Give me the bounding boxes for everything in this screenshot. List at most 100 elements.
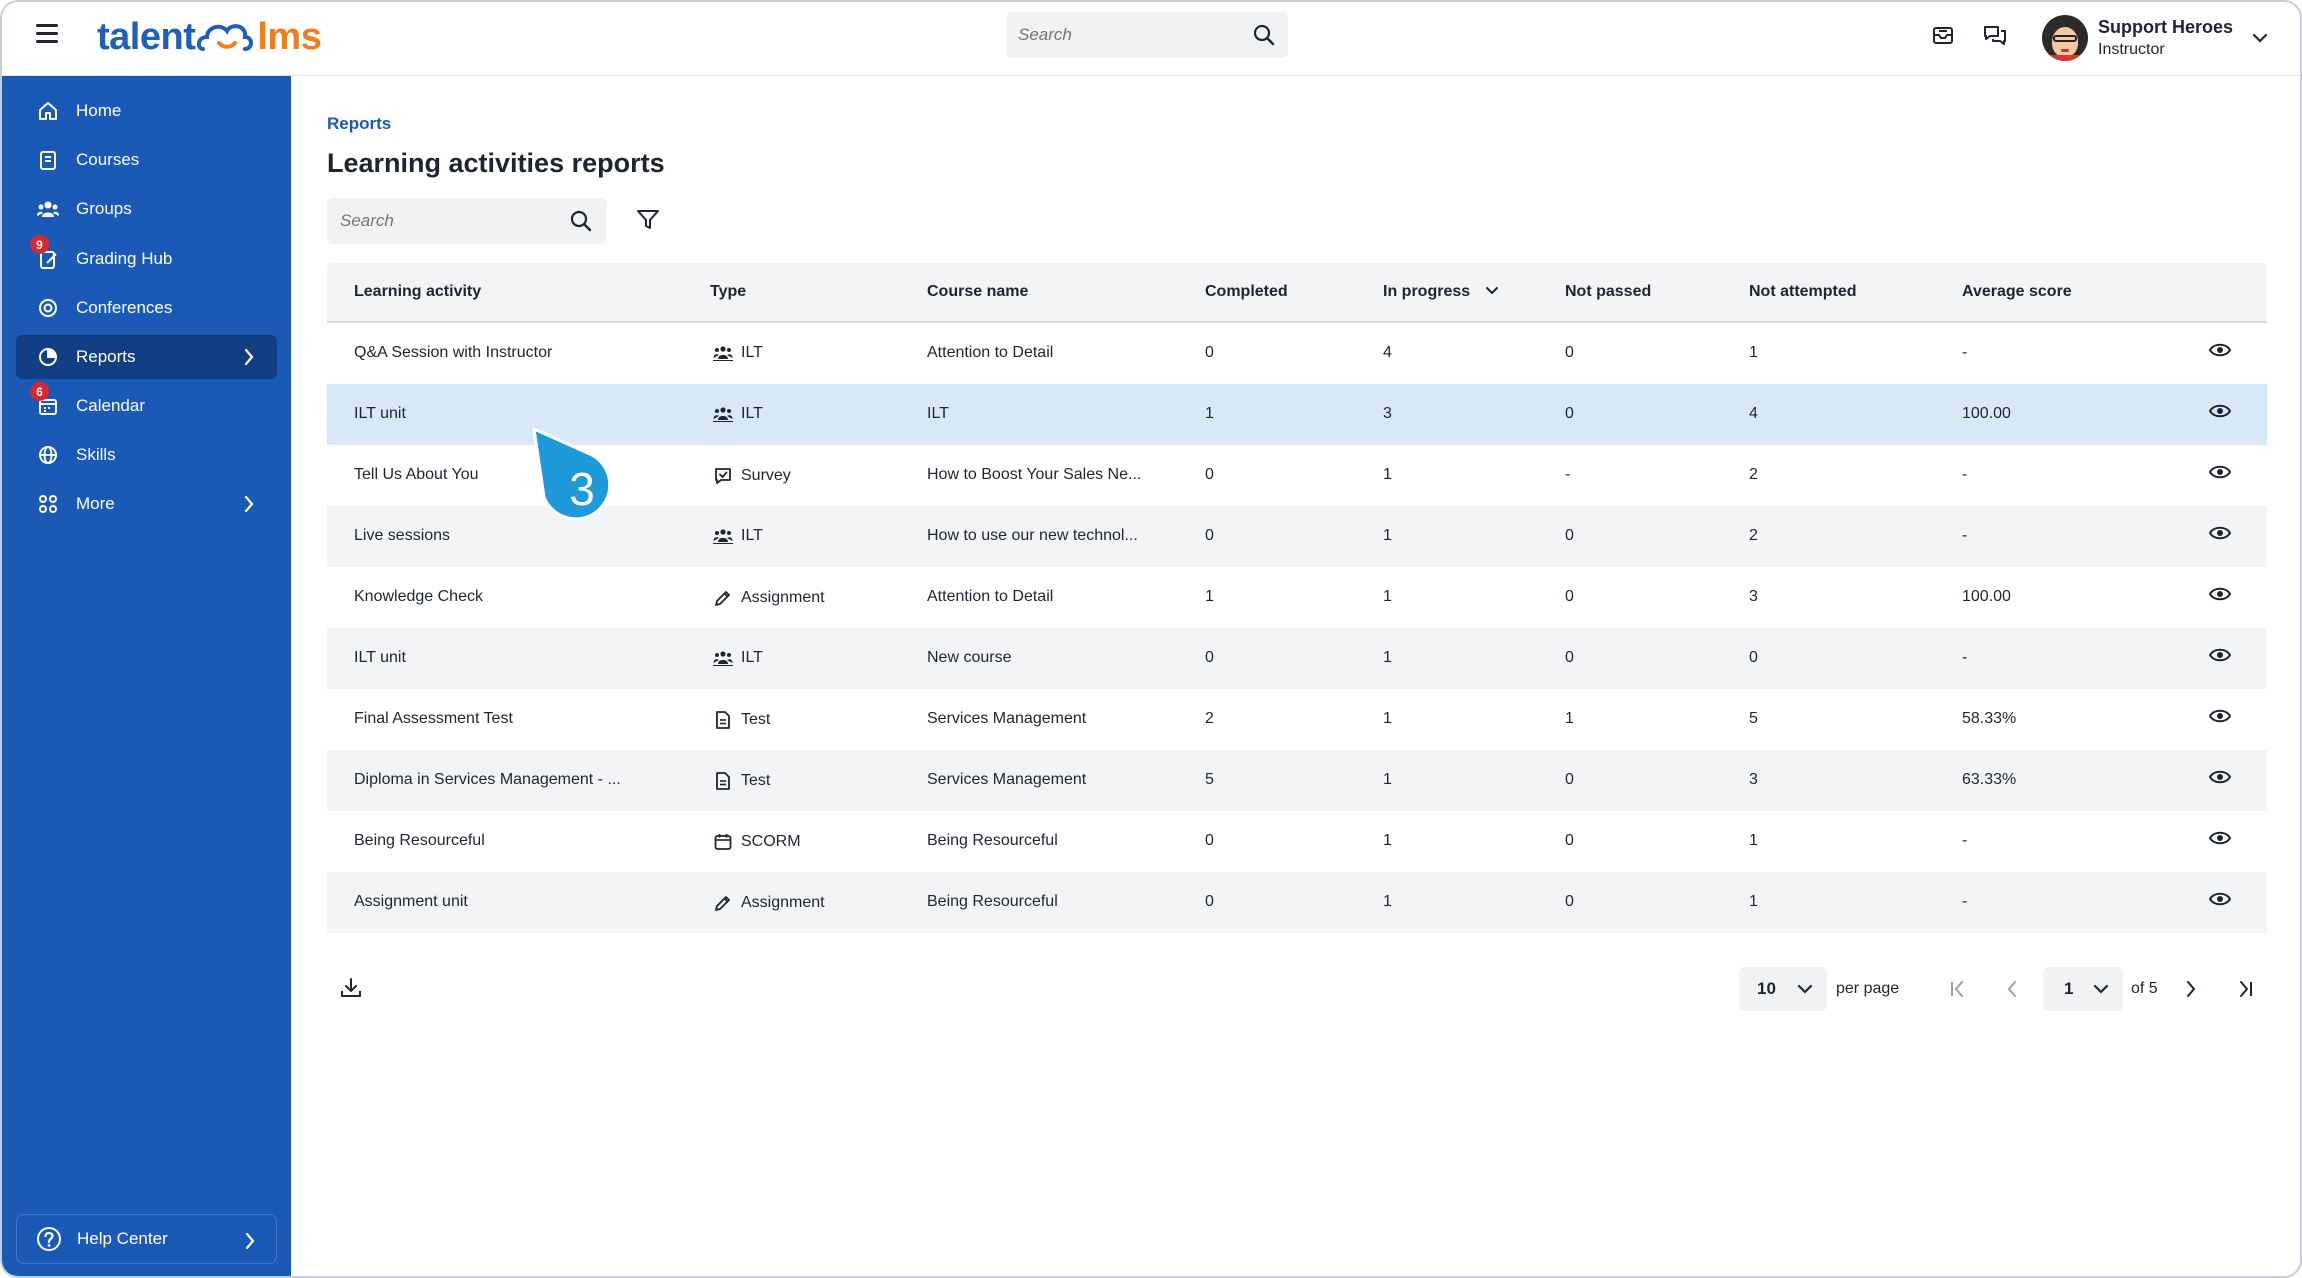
search-icon[interactable] [569,209,593,233]
breadcrumb[interactable]: Reports [327,114,391,134]
table-search[interactable] [327,198,607,244]
per-page-select[interactable]: 10 [1739,967,1827,1011]
view-eye-icon[interactable] [2208,586,2232,607]
messages-icon[interactable] [1982,22,2008,48]
activity-cell: Diploma in Services Management - ... [354,771,621,788]
courses-icon [36,148,60,172]
global-search[interactable] [1006,12,1288,58]
chevron-down-icon[interactable] [2251,32,2269,44]
sidebar-item-home[interactable]: Home [16,89,277,133]
more-icon [36,492,60,516]
inbox-icon[interactable] [1930,22,1956,48]
activity-cell: Being Resourceful [354,832,485,849]
table-row[interactable]: Being Resourceful SCORM Being Resourceful 0… [327,811,2267,872]
type-cell: ILT [713,649,763,667]
avatar [2042,15,2088,61]
not-attempted-cell: 1 [1749,893,1758,910]
previous-page-icon[interactable] [2001,978,2023,1000]
calendar-icon: 6 [30,382,60,418]
last-page-icon[interactable] [2234,978,2256,1000]
column-header-completed[interactable]: Completed [1205,283,1288,301]
table-row[interactable]: Assignment unit Assignment Being Resourcef… [327,872,2267,933]
not-passed-cell: 0 [1565,405,1574,422]
table-search-input[interactable] [340,198,560,244]
not-attempted-cell: 2 [1749,466,1758,483]
sidebar-item-courses[interactable]: Courses [16,138,277,182]
view-eye-icon[interactable] [2208,464,2232,485]
download-icon[interactable] [339,976,363,1000]
sidebar-item-grading-hub[interactable]: 9 Grading Hub [16,235,277,281]
sidebar-item-label: More [76,494,115,513]
not-passed-cell: 0 [1565,893,1574,910]
notification-badge: 6 [30,382,49,401]
course-cell: Services Management [927,710,1087,727]
table-body: Q&A Session with Instructor ILT Attention … [327,323,2267,933]
in-progress-cell: 1 [1383,832,1392,849]
type-cell: ILT [713,527,763,545]
not-attempted-cell: 3 [1749,771,1758,788]
sidebar-item-skills[interactable]: Skills [16,433,277,477]
user-menu[interactable]: Support Heroes Instructor [2042,10,2269,66]
next-page-icon[interactable] [2180,978,2202,1000]
type-cell: Test [713,710,770,730]
table-row[interactable]: Final Assessment Test Test Services Manage… [327,689,2267,750]
talentlms-logo[interactable]: talent lms [97,12,322,62]
view-eye-icon[interactable] [2208,403,2232,424]
search-icon[interactable] [1252,23,1276,47]
first-page-icon[interactable] [1947,978,1969,1000]
course-cell: Being Resourceful [927,893,1058,910]
user-role: Instructor [2098,41,2165,58]
table-row[interactable]: ILT unit ILT New course 0 1 0 0 - [327,628,2267,689]
type-cell: Assignment [713,893,825,913]
activity-cell: Knowledge Check [354,588,483,605]
table-header: Learning activity Type Course name Compl… [327,263,2267,323]
sidebar-item-conferences[interactable]: Conferences [16,286,277,330]
column-header-learning-activity[interactable]: Learning activity [354,283,481,301]
view-eye-icon[interactable] [2208,708,2232,729]
table-row[interactable]: Knowledge Check Assignment Attention to De… [327,567,2267,628]
sidebar-item-more[interactable]: More [16,482,277,526]
ilt-icon [713,528,741,544]
page-select[interactable]: 1 [2043,967,2123,1011]
sidebar-item-groups[interactable]: Groups [16,187,277,231]
view-eye-icon[interactable] [2208,830,2232,851]
column-header-course-name[interactable]: Course name [927,283,1028,301]
average-score-cell: 100.00 [1962,405,2011,422]
chevron-down-icon [2093,984,2109,994]
test-icon [713,771,741,791]
table-row[interactable]: Diploma in Services Management - ... Test… [327,750,2267,811]
global-search-input[interactable] [1018,12,1238,58]
column-header-in-progress[interactable]: In progress [1383,283,1499,301]
view-eye-icon[interactable] [2208,769,2232,790]
column-header-label: In progress [1383,283,1471,300]
filter-icon[interactable] [635,207,661,233]
column-header-average-score[interactable]: Average score [1962,283,2072,301]
groups-icon [36,197,60,221]
view-eye-icon[interactable] [2208,342,2232,363]
sidebar-item-label: Grading Hub [76,249,173,268]
help-icon [37,1227,61,1251]
assignment-icon [713,588,741,608]
view-eye-icon[interactable] [2208,525,2232,546]
course-cell: How to use our new technol... [927,527,1138,544]
sidebar-item-label: Groups [76,199,132,218]
activity-cell: Tell Us About You [354,466,479,483]
average-score-cell: - [1962,527,1968,544]
help-center-button[interactable]: Help Center [16,1214,277,1264]
type-label: ILT [741,649,763,666]
table-row[interactable]: Q&A Session with Instructor ILT Attention … [327,323,2267,384]
course-cell: New course [927,649,1012,666]
column-header-not-passed[interactable]: Not passed [1565,283,1651,301]
not-attempted-cell: 5 [1749,710,1758,727]
sidebar-item-calendar[interactable]: 6 Calendar [16,382,277,428]
sidebar-item-reports[interactable]: Reports [16,335,277,379]
menu-icon[interactable] [36,24,58,46]
view-eye-icon[interactable] [2208,647,2232,668]
average-score-cell: 63.33% [1962,771,2017,788]
view-eye-icon[interactable] [2208,891,2232,912]
column-header-type[interactable]: Type [710,283,746,301]
sort-desc-icon[interactable] [1485,286,1499,296]
column-header-not-attempted[interactable]: Not attempted [1749,283,1857,301]
activity-cell: Live sessions [354,527,451,544]
type-label: Assignment [741,589,825,606]
